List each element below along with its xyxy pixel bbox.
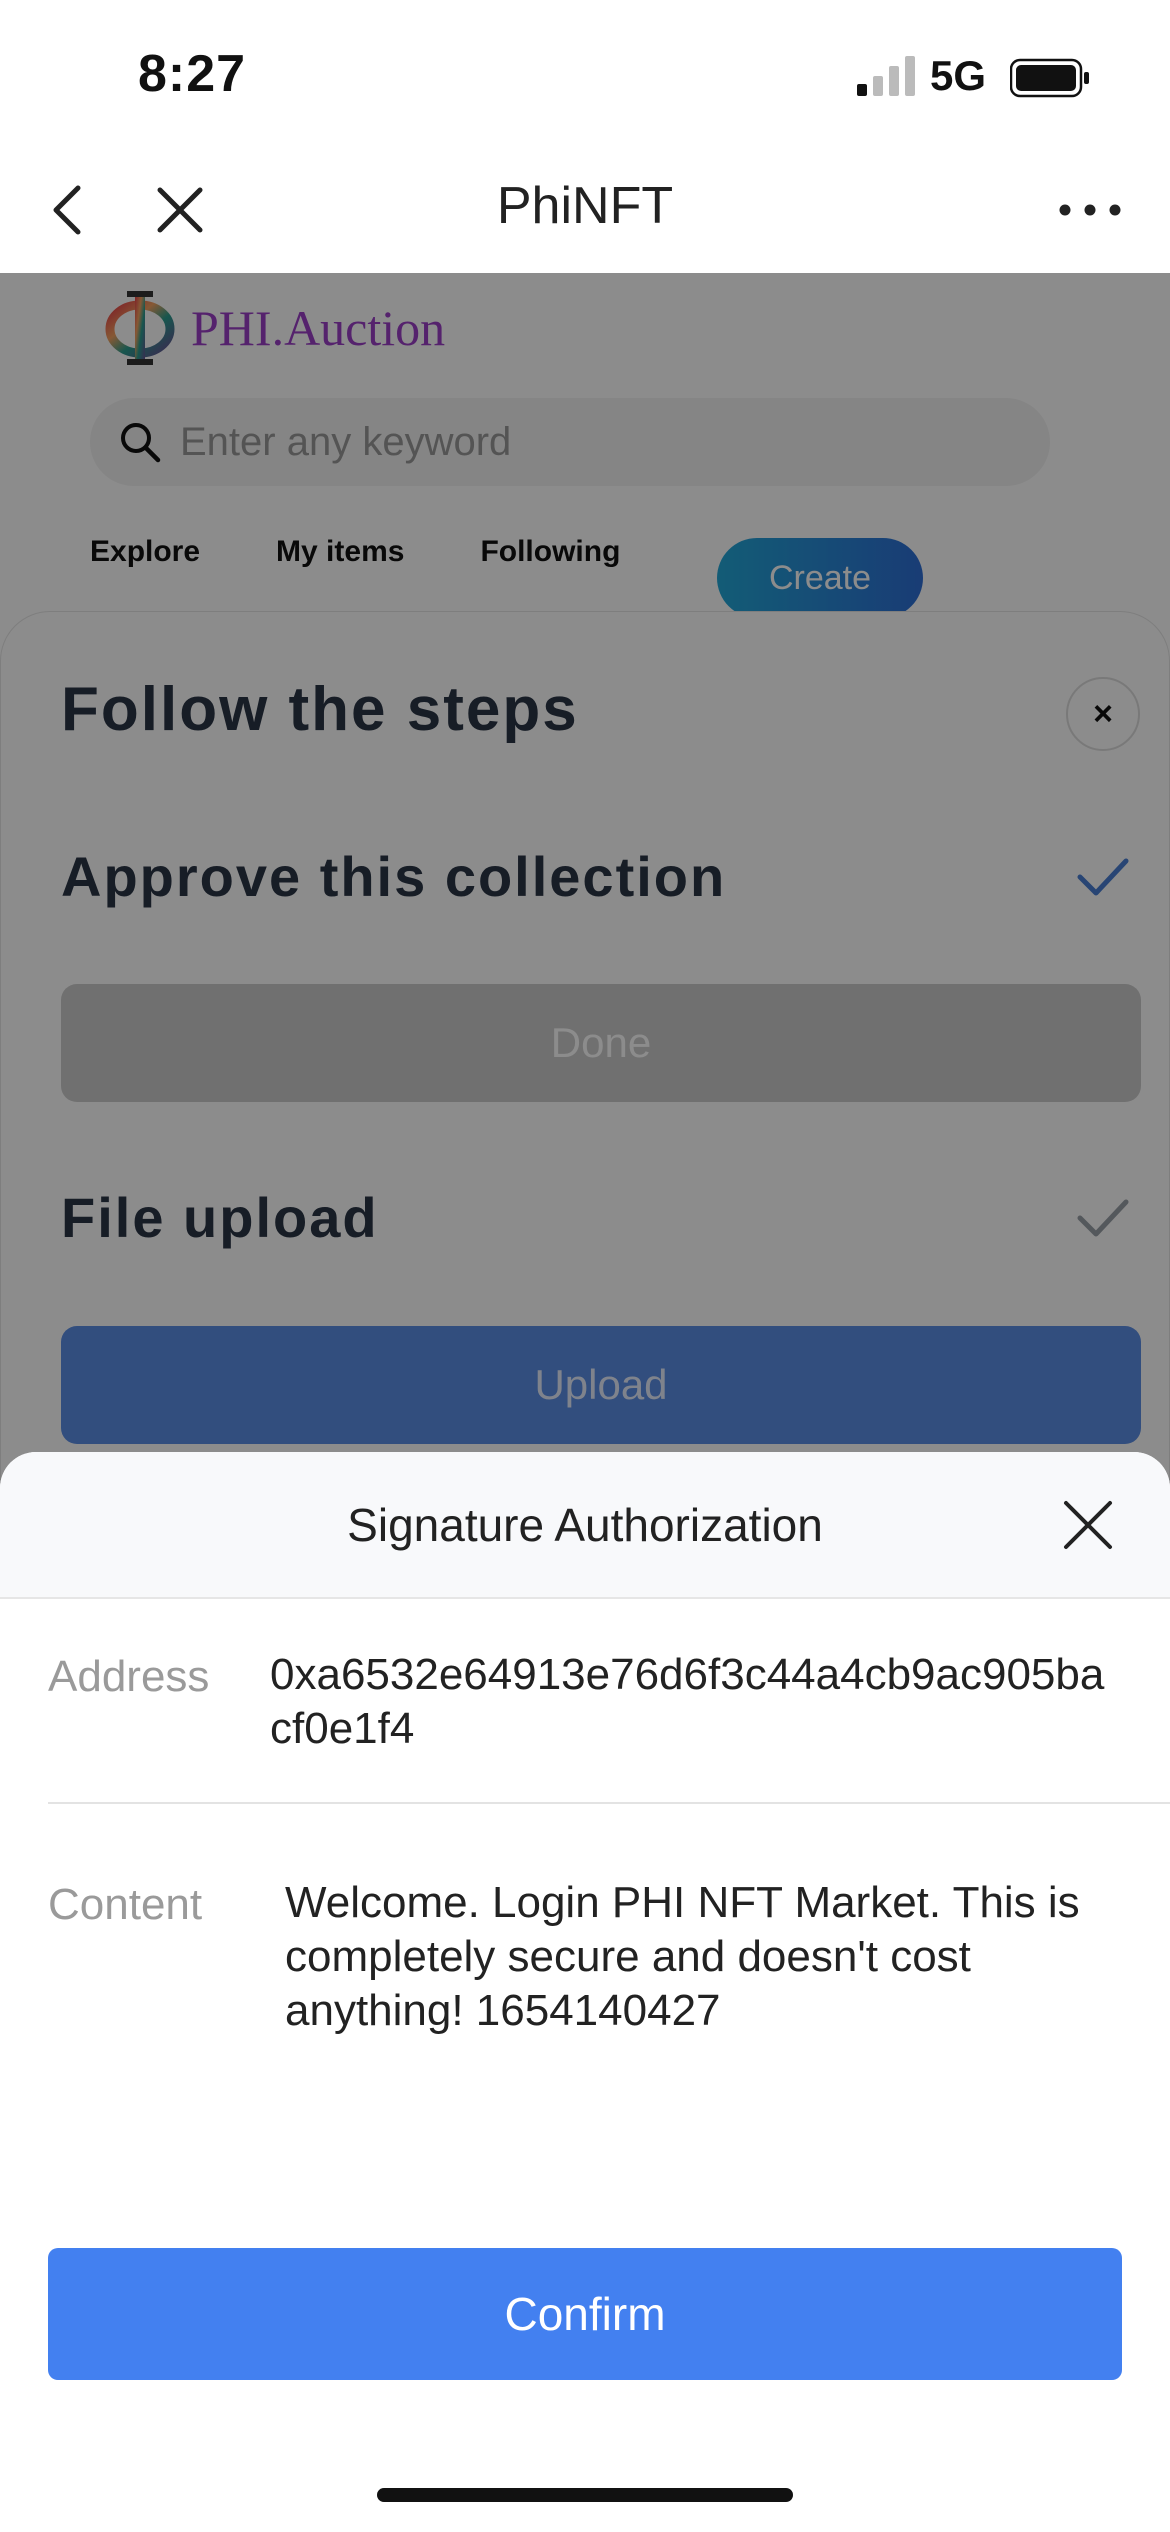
divider [48, 1802, 1170, 1804]
signature-sheet: Signature Authorization Address 0xa6532e… [0, 1452, 1170, 2532]
status-bar: 8:27 5G [0, 0, 1170, 150]
nav-bar: PhiNFT [0, 150, 1170, 273]
nav-title: PhiNFT [496, 177, 674, 235]
address-label: Address [48, 1652, 210, 1701]
status-time: 8:27 [138, 45, 247, 103]
content-value: Welcome. Login PHI NFT Market. This is c… [285, 1878, 1080, 2035]
more-icon[interactable] [1055, 195, 1125, 225]
network-label: 5G [930, 52, 987, 99]
battery-icon [1010, 58, 1089, 98]
signal-icon [857, 56, 915, 96]
signature-title: Signature Authorization [347, 1499, 823, 1551]
address-value: 0xa6532e64913e76d6f3c44a4cb9ac905bacf0e1… [270, 1650, 1105, 1753]
content-label: Content [48, 1880, 203, 1929]
confirm-button[interactable]: Confirm [48, 2248, 1122, 2380]
close-icon[interactable] [1060, 1497, 1116, 1553]
signature-header: Signature Authorization [0, 1452, 1170, 1599]
home-indicator [377, 2488, 793, 2502]
